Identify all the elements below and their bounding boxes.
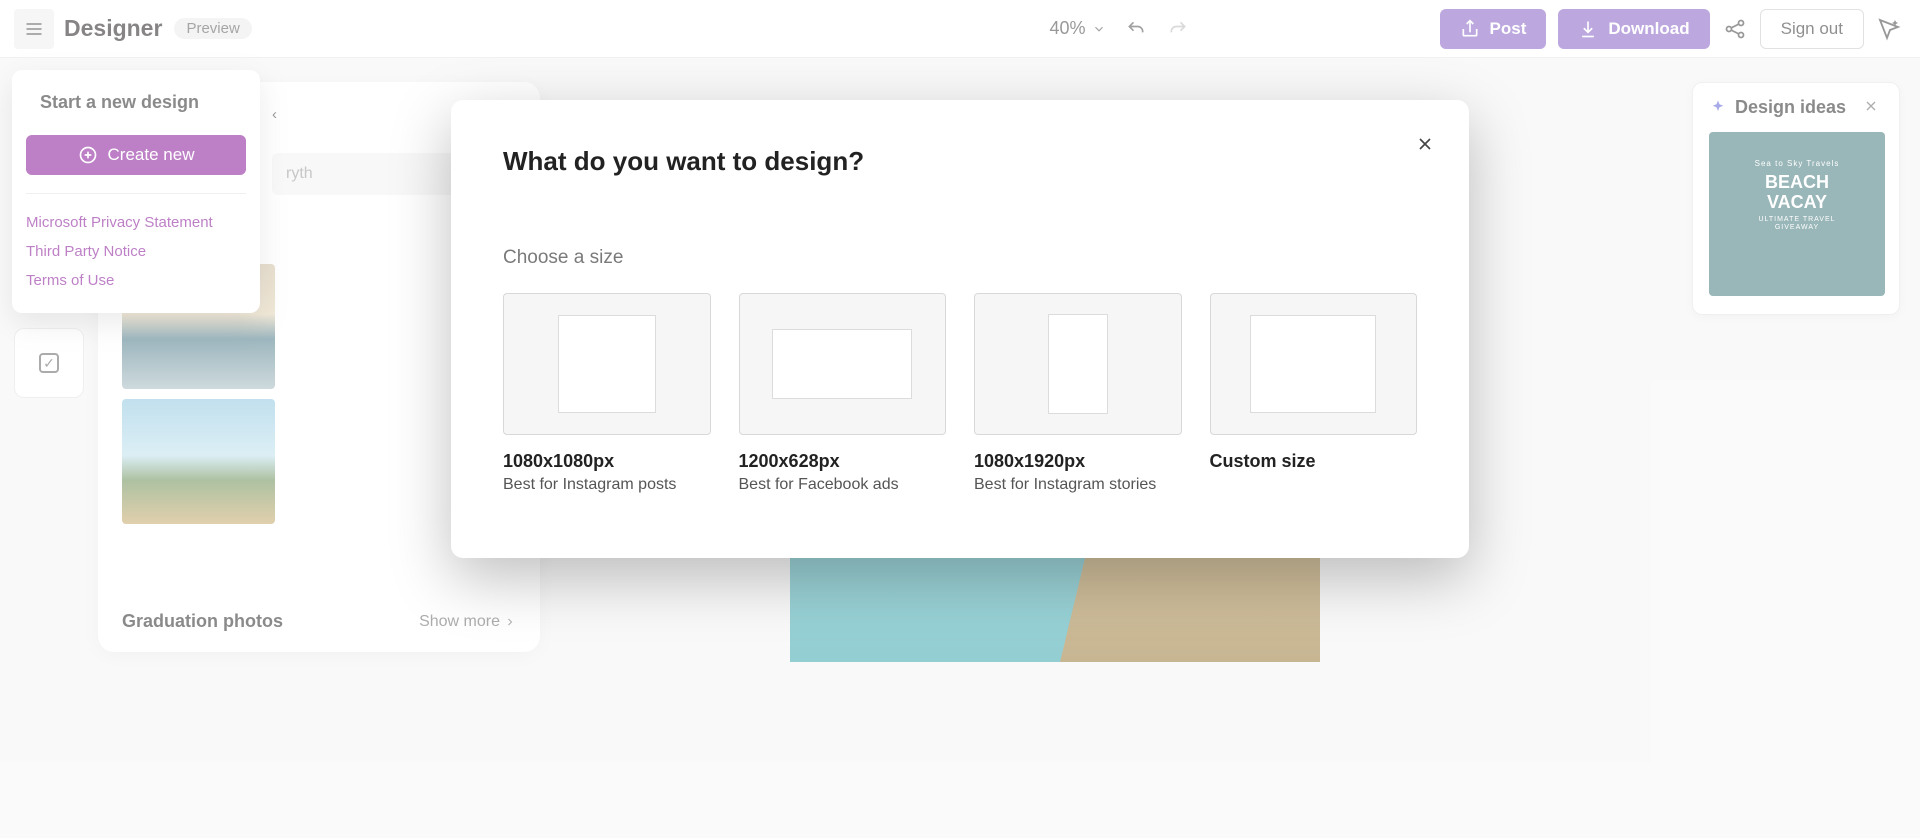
- size-modal: What do you want to design? Choose a siz…: [451, 100, 1469, 558]
- size-sub: Best for Facebook ads: [739, 476, 947, 494]
- size-option-instagram-post[interactable]: 1080x1080px Best for Instagram posts: [503, 293, 711, 494]
- size-option-facebook-ad[interactable]: 1200x628px Best for Facebook ads: [739, 293, 947, 494]
- size-option-instagram-story[interactable]: 1080x1920px Best for Instagram stories: [974, 293, 1182, 494]
- size-preview: [1210, 293, 1418, 435]
- size-title: Custom size: [1210, 451, 1418, 472]
- size-preview: [974, 293, 1182, 435]
- modal-overlay[interactable]: What do you want to design? Choose a siz…: [0, 0, 1920, 838]
- modal-close-button[interactable]: [1409, 128, 1441, 160]
- close-icon: [1415, 134, 1435, 154]
- size-grid: 1080x1080px Best for Instagram posts 120…: [503, 293, 1417, 494]
- size-option-custom[interactable]: Custom size: [1210, 293, 1418, 494]
- size-title: 1080x1080px: [503, 451, 711, 472]
- modal-section-label: Choose a size: [503, 247, 1417, 269]
- size-preview: [739, 293, 947, 435]
- size-title: 1200x628px: [739, 451, 947, 472]
- size-sub: Best for Instagram stories: [974, 476, 1182, 494]
- size-title: 1080x1920px: [974, 451, 1182, 472]
- modal-title: What do you want to design?: [503, 146, 1417, 177]
- size-preview: [503, 293, 711, 435]
- size-sub: Best for Instagram posts: [503, 476, 711, 494]
